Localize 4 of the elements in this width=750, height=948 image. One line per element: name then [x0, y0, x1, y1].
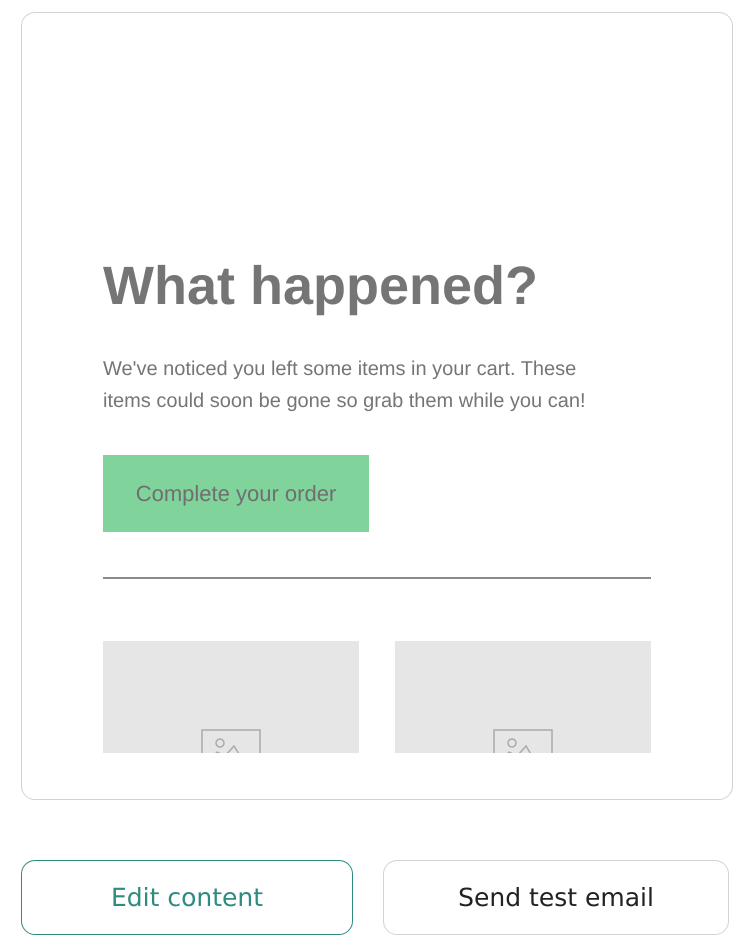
email-heading: What happened?	[103, 255, 539, 318]
edit-content-button[interactable]: Edit content	[21, 860, 354, 935]
send-test-email-button[interactable]: Send test email	[383, 860, 729, 935]
email-body-text: We've noticed you left some items in your cart. These items could soon be gone so grab them while you can!	[103, 357, 587, 414]
